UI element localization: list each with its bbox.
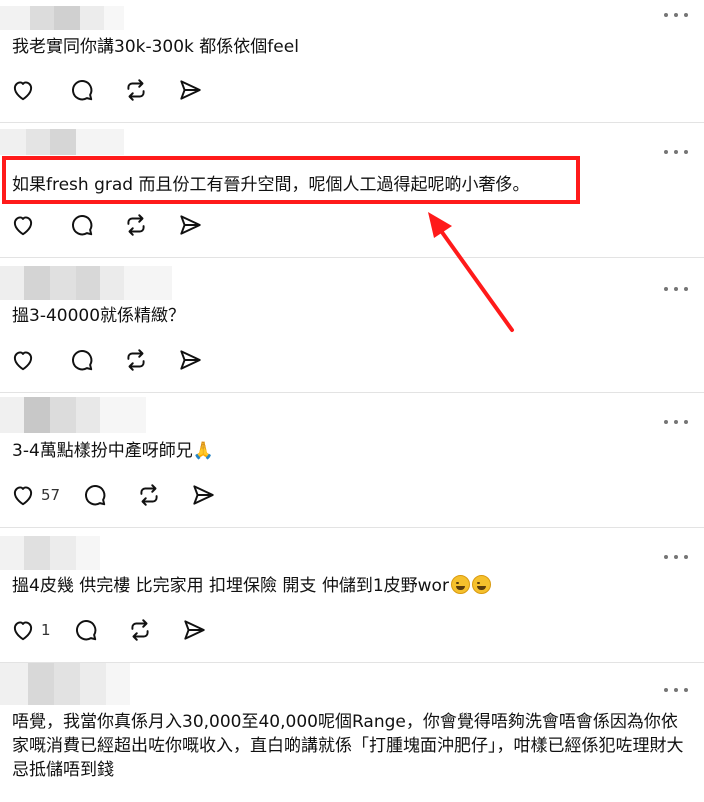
send-icon	[180, 80, 201, 100]
share-button[interactable]	[177, 212, 203, 238]
like-button[interactable]	[10, 77, 41, 103]
repost-icon	[127, 349, 145, 371]
more-options-icon[interactable]	[664, 417, 688, 427]
share-button[interactable]	[177, 77, 203, 103]
repost-button[interactable]	[123, 77, 149, 103]
comment-bubble-icon	[72, 215, 93, 236]
like-count: 1	[41, 621, 51, 639]
post-actions	[10, 76, 231, 104]
highlight-box	[2, 156, 580, 204]
post-actions: 1	[10, 616, 235, 644]
comment-button[interactable]	[82, 482, 108, 508]
share-button[interactable]	[181, 617, 207, 643]
laughing-tears-emoji	[471, 575, 491, 594]
post-0: 我老實同你講30k-300k 都係依個feel	[0, 0, 704, 123]
post-4: 搵4皮幾 供完樓 比完家用 扣埋保險 開支 仲儲到1皮野wor 1	[0, 528, 704, 663]
more-options-icon[interactable]	[664, 147, 688, 157]
post-actions	[10, 211, 231, 239]
username-redacted	[0, 129, 124, 155]
username-redacted	[0, 536, 100, 570]
comment-button[interactable]	[69, 77, 95, 103]
post-text-content: 搵4皮幾 供完樓 比完家用 扣埋保險 開支 仲儲到1皮野wor	[12, 576, 449, 596]
share-button[interactable]	[190, 482, 216, 508]
heart-icon	[13, 486, 33, 506]
repost-button[interactable]	[123, 212, 149, 238]
repost-icon	[127, 79, 145, 101]
comment-bubble-icon	[85, 485, 106, 506]
post-actions	[10, 346, 231, 374]
send-icon	[193, 485, 214, 505]
like-button[interactable]	[10, 212, 41, 238]
heart-icon	[13, 216, 33, 236]
comment-bubble-icon	[72, 350, 93, 371]
post-text: 我老實同你講30k-300k 都係依個feel	[12, 37, 299, 57]
sweat-smile-emoji	[450, 575, 470, 594]
post-text: 搵3-40000就係精緻？	[12, 306, 186, 326]
repost-button[interactable]	[123, 347, 149, 373]
username-redacted	[0, 6, 124, 30]
comment-button[interactable]	[73, 617, 99, 643]
post-text: 搵4皮幾 供完樓 比完家用 扣埋保險 開支 仲儲到1皮野wor	[12, 574, 491, 598]
more-options-icon[interactable]	[664, 685, 688, 695]
repost-button[interactable]	[136, 482, 162, 508]
like-button[interactable]: 57	[10, 482, 60, 508]
username-redacted	[0, 397, 146, 433]
heart-icon	[13, 621, 33, 641]
like-button[interactable]: 1	[10, 617, 51, 643]
post-5: 唔覺，我當你真係月入30,000至40,000呢個Range，你會覺得唔夠洗會唔…	[0, 663, 704, 802]
username-redacted	[0, 266, 172, 300]
more-options-icon[interactable]	[664, 10, 688, 20]
like-count: 57	[41, 486, 61, 504]
comment-bubble-icon	[75, 620, 96, 641]
send-icon	[183, 620, 205, 640]
post-text: 唔覺，我當你真係月入30,000至40,000呢個Range，你會覺得唔夠洗會唔…	[12, 712, 684, 780]
repost-icon	[140, 484, 158, 506]
comment-button[interactable]	[69, 347, 95, 373]
repost-icon	[130, 619, 149, 641]
post-actions: 57	[10, 481, 244, 509]
post-3: 3-4萬點樣扮中產呀師兄🙏 57	[0, 393, 704, 528]
comment-bubble-icon	[72, 80, 93, 101]
comment-button[interactable]	[69, 212, 95, 238]
repost-button[interactable]	[127, 617, 153, 643]
heart-icon	[13, 81, 33, 101]
username-redacted	[0, 663, 130, 705]
post-text: 3-4萬點樣扮中產呀師兄🙏	[12, 441, 214, 461]
heart-icon	[13, 351, 33, 371]
more-options-icon[interactable]	[664, 552, 688, 562]
repost-icon	[127, 214, 145, 236]
more-options-icon[interactable]	[664, 284, 688, 294]
post-2: 搵3-40000就係精緻？	[0, 258, 704, 393]
like-button[interactable]	[10, 347, 41, 373]
send-icon	[180, 215, 201, 235]
send-icon	[180, 350, 201, 370]
share-button[interactable]	[177, 347, 203, 373]
